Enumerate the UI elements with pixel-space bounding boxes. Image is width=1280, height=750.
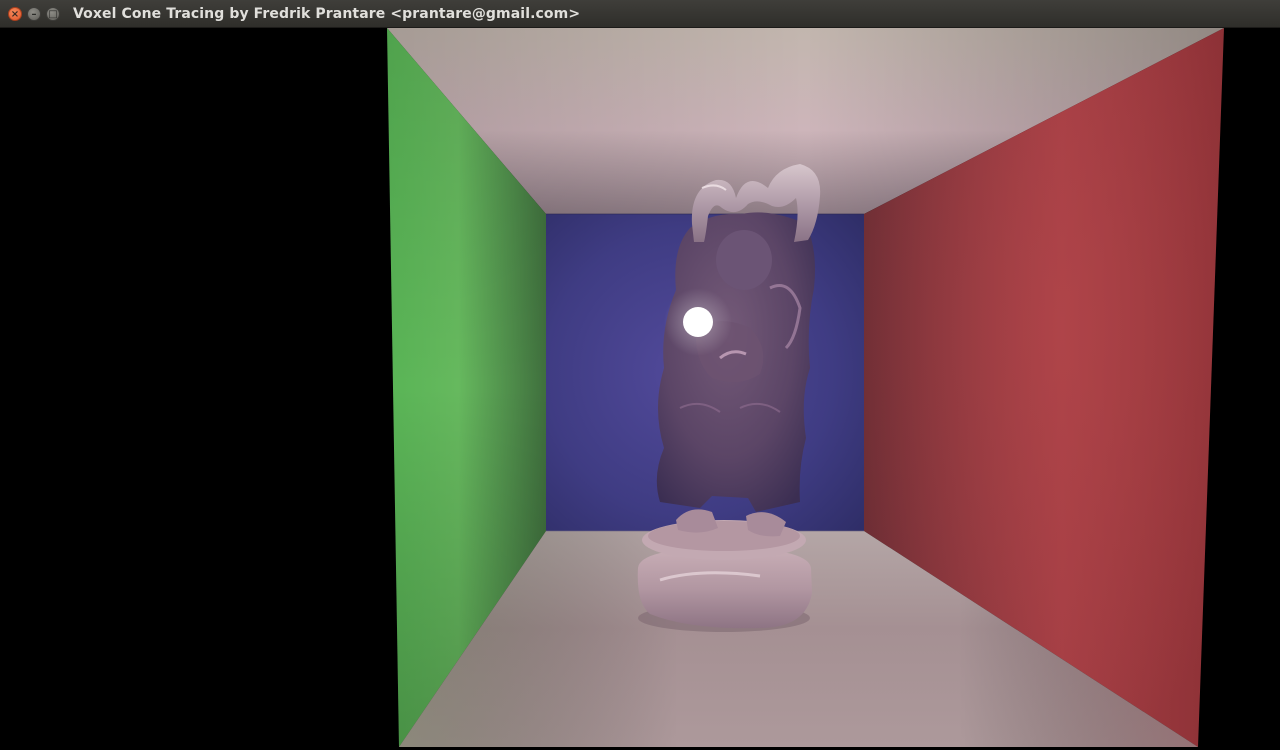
status-text <box>0 744 340 750</box>
maximize-icon[interactable]: □ <box>46 7 60 21</box>
close-icon[interactable]: × <box>8 7 22 21</box>
window-title: Voxel Cone Tracing by Fredrik Prantare <… <box>73 6 581 22</box>
statue-head <box>716 230 772 290</box>
app-window: × – □ Voxel Cone Tracing by Fredrik Pran… <box>0 0 1280 750</box>
statue-pedestal <box>637 548 812 629</box>
minimize-icon[interactable]: – <box>27 7 41 21</box>
render-viewport[interactable] <box>0 28 1280 750</box>
window-titlebar[interactable]: × – □ Voxel Cone Tracing by Fredrik Pran… <box>0 0 1280 28</box>
point-light[interactable] <box>683 307 713 337</box>
scene-render <box>0 28 1280 750</box>
